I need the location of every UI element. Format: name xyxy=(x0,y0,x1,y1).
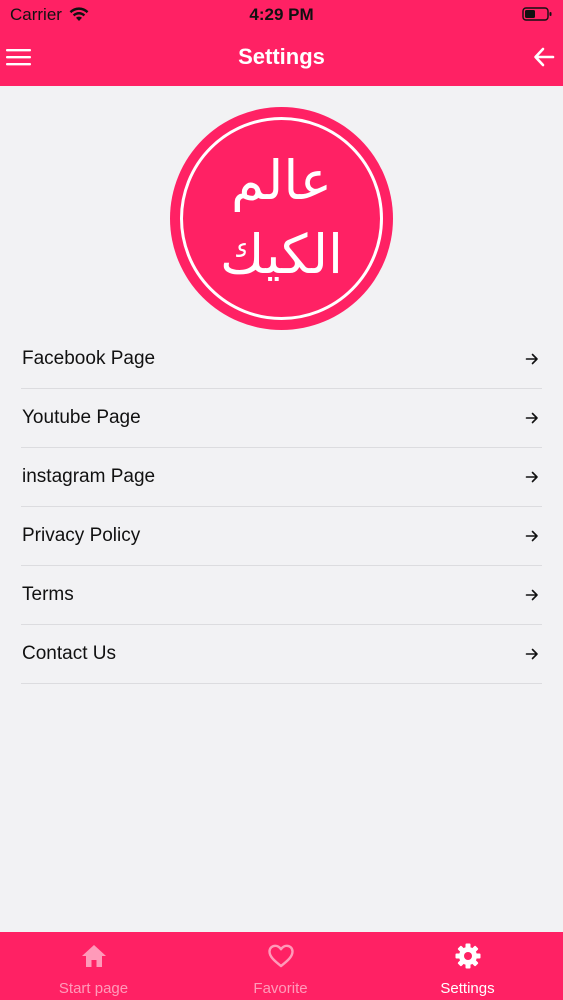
settings-list: Facebook Page Youtube Page instagram Pag… xyxy=(21,330,542,684)
arrow-left-icon[interactable] xyxy=(533,46,555,68)
settings-item-privacy-policy[interactable]: Privacy Policy xyxy=(21,507,542,566)
tab-bar: Start page Favorite Settings xyxy=(0,932,563,1000)
tab-start-page[interactable]: Start page xyxy=(0,932,187,1000)
gear-icon xyxy=(455,943,480,969)
arrow-right-icon xyxy=(525,648,538,660)
settings-item-terms[interactable]: Terms xyxy=(21,566,542,625)
settings-item-label: Privacy Policy xyxy=(22,525,141,546)
settings-item-contact-us[interactable]: Contact Us xyxy=(21,625,542,684)
settings-item-youtube[interactable]: Youtube Page xyxy=(21,389,542,448)
tab-label: Start page xyxy=(58,980,129,997)
settings-item-label: Terms xyxy=(22,584,74,605)
home-icon xyxy=(81,945,106,967)
settings-item-facebook[interactable]: Facebook Page xyxy=(21,330,542,389)
settings-item-label: Facebook Page xyxy=(22,348,156,369)
tab-label: Settings xyxy=(440,980,495,997)
settings-item-label: Contact Us xyxy=(22,643,116,664)
tab-favorite[interactable]: Favorite xyxy=(187,932,374,1000)
top-bar: Carrier 4:29 PM Settings xyxy=(0,0,563,86)
heart-icon xyxy=(267,944,294,968)
nav-bar: Settings xyxy=(0,30,563,86)
tab-label: Favorite xyxy=(253,980,308,997)
status-bar: Carrier 4:29 PM xyxy=(0,0,563,30)
battery-icon xyxy=(522,7,552,21)
logo-text-line2: الكيك xyxy=(220,223,343,286)
arrow-right-icon xyxy=(525,471,538,483)
arrow-right-icon xyxy=(525,530,538,542)
app-logo: عالم الكيك xyxy=(170,107,393,330)
logo-text-line1: عالم xyxy=(231,149,332,212)
arrow-right-icon xyxy=(525,589,538,601)
settings-item-label: instagram Page xyxy=(22,466,156,487)
tab-settings[interactable]: Settings xyxy=(374,932,561,1000)
logo-badge: عالم الكيك xyxy=(170,107,393,330)
arrow-right-icon xyxy=(525,412,538,424)
settings-item-label: Youtube Page xyxy=(22,407,141,428)
page-title: Settings xyxy=(238,44,325,69)
arrow-right-icon xyxy=(525,353,538,365)
settings-item-instagram[interactable]: instagram Page xyxy=(21,448,542,507)
status-time: 4:29 PM xyxy=(249,5,314,24)
